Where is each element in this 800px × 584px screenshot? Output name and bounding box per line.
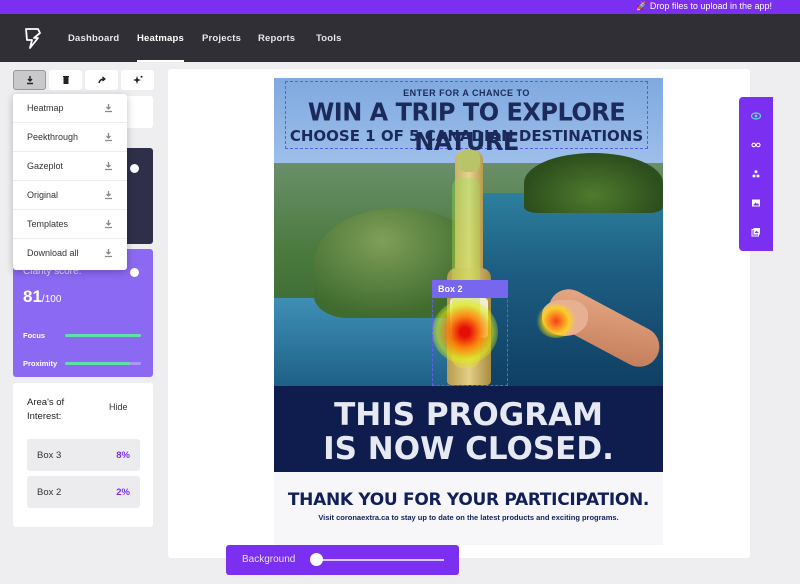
analyzed-image[interactable]: ENTER FOR A CHANCE TO WIN A TRIP TO EXPL… [274, 78, 663, 545]
share-icon [97, 76, 106, 84]
menu-item-label: Gazeplot [27, 161, 64, 171]
ad-visit-text: Visit coronaextra.ca to stay up to date … [318, 513, 619, 522]
download-icon [105, 220, 112, 229]
ad-closed-line-2: IS NOW CLOSED. [323, 431, 614, 467]
menu-item-label: Heatmap [27, 103, 64, 113]
aoi-row[interactable]: Box 3 8% [27, 439, 140, 471]
download-icon [105, 162, 112, 171]
gazeplot-icon[interactable] [751, 169, 761, 179]
background-slider-track[interactable] [316, 559, 444, 561]
ad-closed-banner: THIS PROGRAM IS NOW CLOSED. [274, 386, 663, 472]
background-slider-handle[interactable] [310, 553, 323, 566]
ad-headline-3: CHOOSE 1 OF 5 CANADIAN DESTINATIONS [289, 127, 644, 145]
top-nav: Dashboard Heatmaps Projects Reports Tool… [0, 14, 800, 62]
download-icon [105, 133, 112, 142]
focus-bar [65, 334, 141, 337]
sparkle-icon [132, 75, 142, 84]
info-icon[interactable] [130, 164, 139, 173]
download-icon [105, 104, 112, 113]
download-icon [105, 249, 112, 258]
nav-dashboard[interactable]: Dashboard [68, 14, 119, 62]
aoi-box-3[interactable]: ENTER FOR A CHANCE TO WIN A TRIP TO EXPL… [285, 81, 648, 156]
heat-spot [536, 304, 576, 338]
ad-closed-line-1: THIS PROGRAM [334, 397, 603, 433]
menu-item-gazeplot[interactable]: Gazeplot [13, 152, 127, 181]
menu-item-label: Templates [27, 219, 69, 229]
menu-item-label: Download all [27, 248, 79, 258]
download-button[interactable] [13, 70, 46, 90]
delete-button[interactable] [49, 70, 82, 90]
eye-icon[interactable] [751, 111, 761, 121]
trash-icon [62, 76, 69, 84]
menu-item-download-all[interactable]: Download all [13, 239, 127, 268]
proximity-label: Proximity [23, 359, 58, 368]
info-icon[interactable] [130, 268, 139, 277]
background-label: Background [242, 554, 296, 565]
proximity-bar [65, 362, 141, 365]
aoi-row-name: Box 2 [37, 487, 62, 498]
nav-reports[interactable]: Reports [258, 14, 295, 62]
focus-label: Focus [23, 331, 46, 340]
menu-item-label: Original [27, 190, 59, 200]
upload-banner: 🚀 Drop files to upload in the app! [0, 0, 800, 14]
app-logo-icon[interactable] [22, 26, 44, 50]
download-icon [26, 76, 33, 85]
download-icon [105, 191, 112, 200]
menu-item-label: Peekthrough [27, 132, 79, 142]
ad-footer: THANK YOU FOR YOUR PARTICIPATION. Visit … [274, 472, 663, 545]
ai-suggest-button[interactable] [121, 70, 154, 90]
proximity-bar-fill [65, 362, 130, 365]
nav-heatmaps[interactable]: Heatmaps [137, 14, 185, 62]
share-button[interactable] [85, 70, 118, 90]
menu-item-templates[interactable]: Templates [13, 210, 127, 239]
image-island [524, 153, 663, 213]
aoi-row-pct: 8% [116, 450, 130, 461]
focus-bar-fill [65, 334, 141, 337]
image-icon[interactable] [751, 198, 761, 208]
aoi-title: Area's of Interest: [27, 397, 65, 422]
clarity-score: 81/100 [23, 287, 61, 307]
aoi-box-2-label: Box 2 [432, 280, 508, 298]
background-control: Background [226, 545, 459, 575]
gallery-icon[interactable] [751, 227, 761, 237]
aoi-row[interactable]: Box 2 2% [27, 476, 140, 508]
clarity-score-value: 81 [23, 287, 42, 306]
menu-item-peekthrough[interactable]: Peekthrough [13, 123, 127, 152]
glasses-icon[interactable] [751, 140, 761, 150]
nav-tools[interactable]: Tools [316, 14, 342, 62]
nav-projects[interactable]: Projects [202, 14, 241, 62]
download-menu: Heatmap Peekthrough Gazeplot Original Te… [13, 94, 127, 270]
clarity-score-max: /100 [41, 294, 62, 305]
aoi-row-name: Box 3 [37, 450, 62, 461]
view-toolbar [739, 97, 773, 251]
menu-item-heatmap[interactable]: Heatmap [13, 94, 127, 123]
aoi-panel: Area's of Interest: Hide Box 3 8% Box 2 … [13, 383, 153, 527]
menu-item-original[interactable]: Original [13, 181, 127, 210]
aoi-row-pct: 2% [116, 487, 130, 498]
ad-headline-1: ENTER FOR A CHANCE TO [403, 88, 530, 98]
aoi-hide-button[interactable]: Hide [109, 402, 128, 412]
ad-thanks: THANK YOU FOR YOUR PARTICIPATION. [287, 490, 650, 510]
